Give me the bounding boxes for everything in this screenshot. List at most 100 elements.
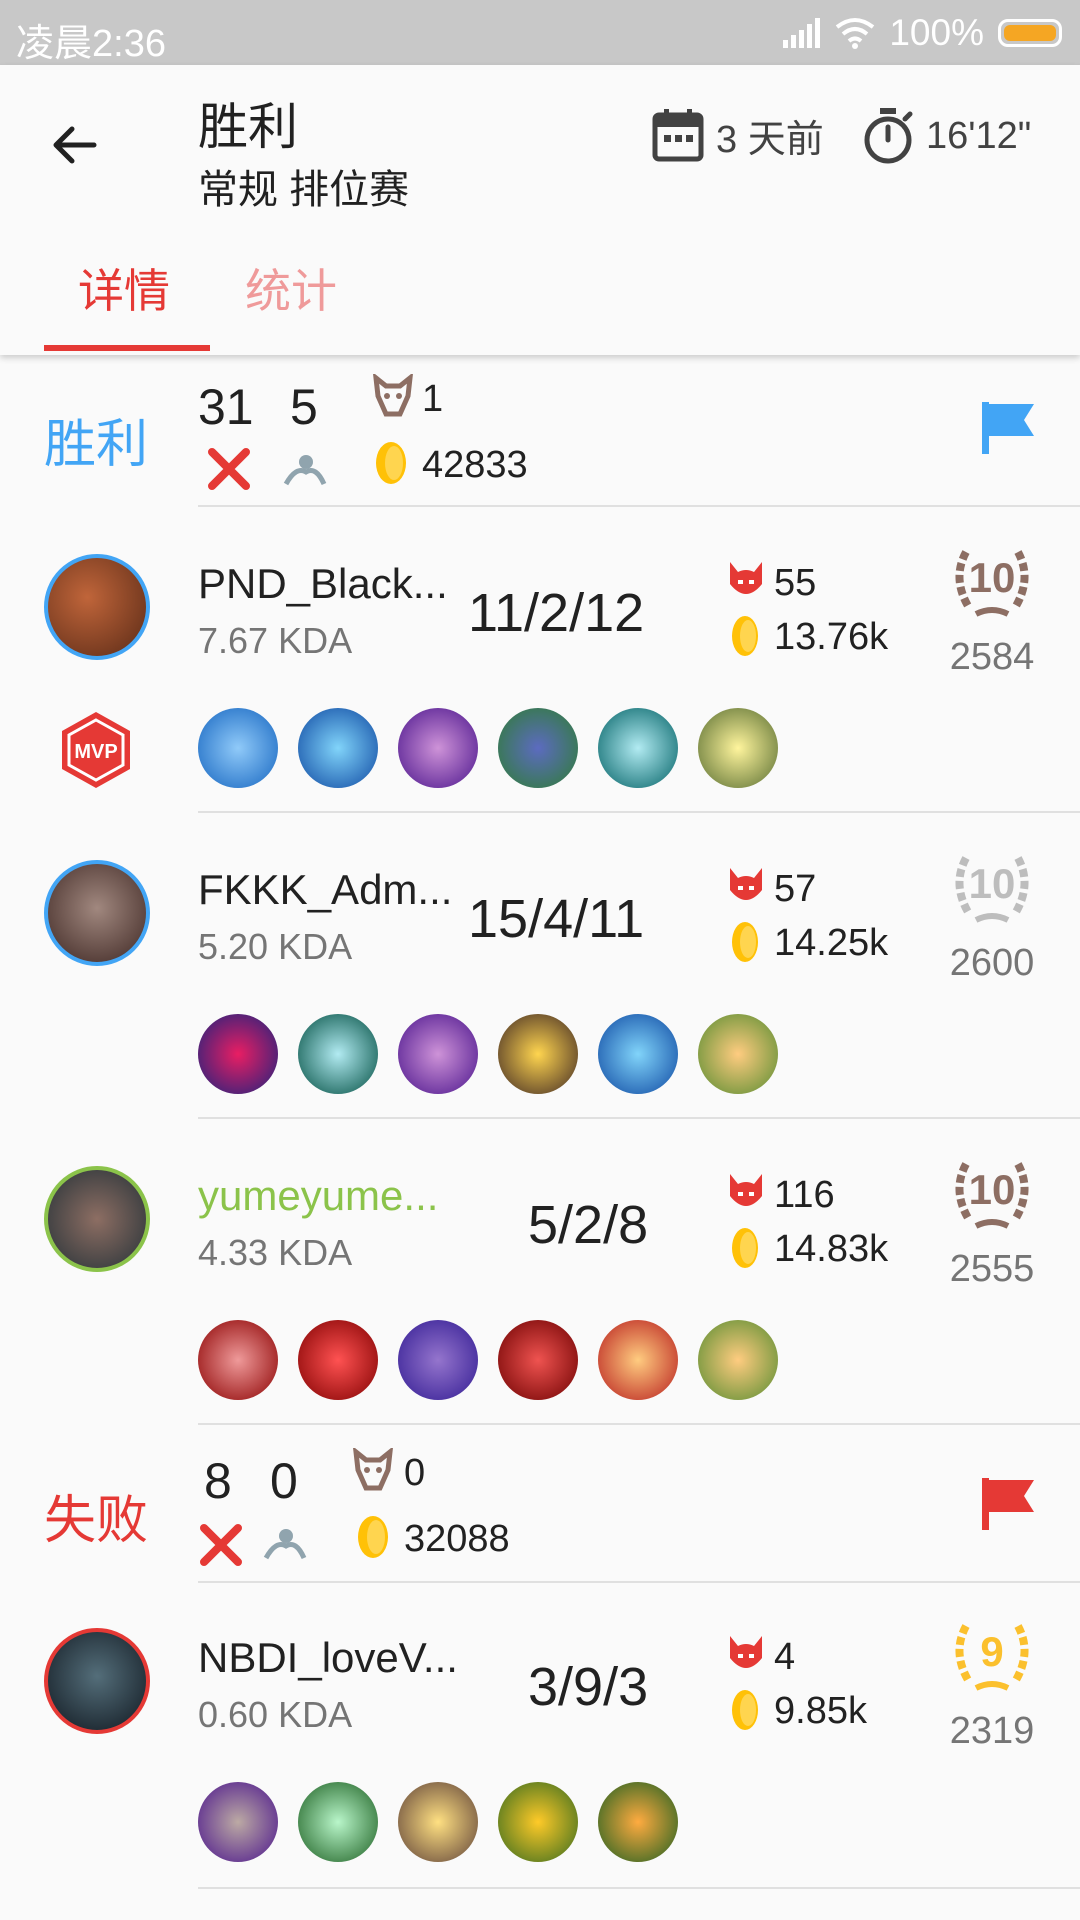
team-dragons: 1: [422, 378, 444, 420]
item-icon[interactable]: [298, 1320, 378, 1400]
minion-devil-icon: [730, 1174, 762, 1206]
player-kda: 4.33 KDA: [198, 1232, 353, 1273]
player-score: 3/9/3: [528, 1657, 649, 1717]
item-icon[interactable]: [198, 708, 278, 788]
match-duration: 16'12": [862, 107, 1031, 165]
calendar-icon: [652, 109, 704, 162]
team-kills: 31: [198, 379, 254, 435]
divider: [198, 811, 1080, 813]
gold-coin-icon: [732, 1228, 758, 1268]
rank-level: 10: [969, 1166, 1016, 1213]
signal-icon: [783, 17, 821, 48]
rank-level: 10: [969, 554, 1016, 601]
champion-avatar[interactable]: [44, 1628, 150, 1734]
champion-avatar[interactable]: [44, 554, 150, 660]
champion-avatar[interactable]: [44, 1166, 150, 1272]
back-arrow-icon[interactable]: [44, 113, 108, 177]
player-gold: 14.25k: [774, 922, 889, 964]
kills-cross-icon: [208, 448, 250, 490]
player-score: 15/4/11: [468, 889, 645, 949]
minion-devil-icon: [730, 868, 762, 900]
item-icon[interactable]: [698, 1014, 778, 1094]
divider: [198, 1423, 1080, 1425]
item-icon[interactable]: [598, 1320, 678, 1400]
item-icon[interactable]: [498, 1320, 578, 1400]
rank-level: 9: [980, 1628, 1003, 1675]
item-icon[interactable]: [598, 1014, 678, 1094]
team-kills: 8: [204, 1453, 232, 1509]
item-icon[interactable]: [598, 708, 678, 788]
gold-coin-icon: [732, 1690, 758, 1730]
item-icon[interactable]: [698, 1320, 778, 1400]
divider: [198, 505, 1080, 507]
item-icon[interactable]: [298, 1014, 378, 1094]
player-score: 5/2/8: [528, 1195, 649, 1255]
item-icon[interactable]: [198, 1782, 278, 1862]
player-kda: 5.20 KDA: [198, 926, 353, 967]
status-bar: 凌晨2:36 100%: [0, 0, 1080, 65]
team-result-label: 失败: [44, 1492, 149, 1550]
gold-coin-icon: [358, 1516, 388, 1558]
minion-devil-icon: [730, 562, 762, 594]
item-icon[interactable]: [398, 708, 478, 788]
item-icon[interactable]: [398, 1782, 478, 1862]
team-assists: 0: [270, 1453, 298, 1509]
divider: [198, 1117, 1080, 1119]
player-gold: 13.76k: [774, 616, 889, 658]
item-icon[interactable]: [298, 1782, 378, 1862]
battery-percent: 100%: [889, 11, 984, 53]
player-kda: 7.67 KDA: [198, 620, 353, 661]
item-icon[interactable]: [498, 708, 578, 788]
team-gold: 32088: [404, 1518, 510, 1560]
status-time: 凌晨2:36: [16, 23, 166, 65]
gold-coin-icon: [732, 616, 758, 656]
dragon-icon: [353, 1448, 393, 1491]
match-type: 常规 排位赛: [198, 168, 410, 212]
tab-details[interactable]: 详情: [78, 255, 170, 321]
svg-text:MVP: MVP: [74, 741, 117, 763]
player-name: yumeyume...: [198, 1172, 439, 1219]
divider: [198, 1887, 1080, 1889]
minion-count: 57: [774, 868, 817, 910]
tab-indicator: [44, 345, 210, 351]
item-icon[interactable]: [298, 708, 378, 788]
item-icon[interactable]: [398, 1320, 478, 1400]
kills-cross-icon: [200, 1524, 242, 1566]
minion-devil-icon: [730, 1636, 762, 1668]
battery-icon: [998, 18, 1062, 47]
item-icon[interactable]: [598, 1782, 678, 1862]
rank-score: 2319: [949, 1710, 1035, 1752]
team-dragons: 0: [404, 1452, 426, 1494]
laurel-rank-badge-icon: 9: [955, 1624, 1029, 1691]
team-result-label: 胜利: [44, 416, 149, 474]
item-icon[interactable]: [198, 1320, 278, 1400]
champion-avatar[interactable]: [44, 860, 150, 966]
laurel-rank-badge-icon: 10: [955, 550, 1029, 617]
wifi-icon: [836, 17, 875, 49]
tab-stats[interactable]: 统计: [245, 255, 337, 321]
player-kda: 0.60 KDA: [198, 1694, 353, 1735]
page-title: 胜利: [198, 99, 298, 155]
mvp-badge-icon: MVP: [62, 712, 130, 788]
divider: [198, 1581, 1080, 1583]
item-icon[interactable]: [498, 1014, 578, 1094]
minion-count: 116: [774, 1174, 835, 1216]
rank-score: 2555: [949, 1248, 1035, 1290]
gold-coin-icon: [376, 442, 406, 484]
match-date: 3 天前: [652, 107, 824, 163]
minion-count: 4: [774, 1636, 796, 1678]
item-icon[interactable]: [398, 1014, 478, 1094]
player-gold: 9.85k: [774, 1690, 867, 1732]
stopwatch-icon: [864, 108, 913, 164]
item-icon[interactable]: [498, 1782, 578, 1862]
item-icon[interactable]: [698, 708, 778, 788]
gold-coin-icon: [732, 922, 758, 962]
blue-flag-icon: [982, 402, 1034, 454]
app-header: 胜利 常规 排位赛 3 天前 16'12" 详情 统计: [0, 65, 1080, 355]
player-name: FKKK_Adm...: [198, 866, 453, 913]
laurel-rank-badge-icon: 10: [955, 1162, 1029, 1229]
red-flag-icon: [982, 1478, 1034, 1530]
laurel-rank-badge-icon: 10: [955, 856, 1029, 923]
dragon-icon: [373, 374, 413, 417]
item-icon[interactable]: [198, 1014, 278, 1094]
